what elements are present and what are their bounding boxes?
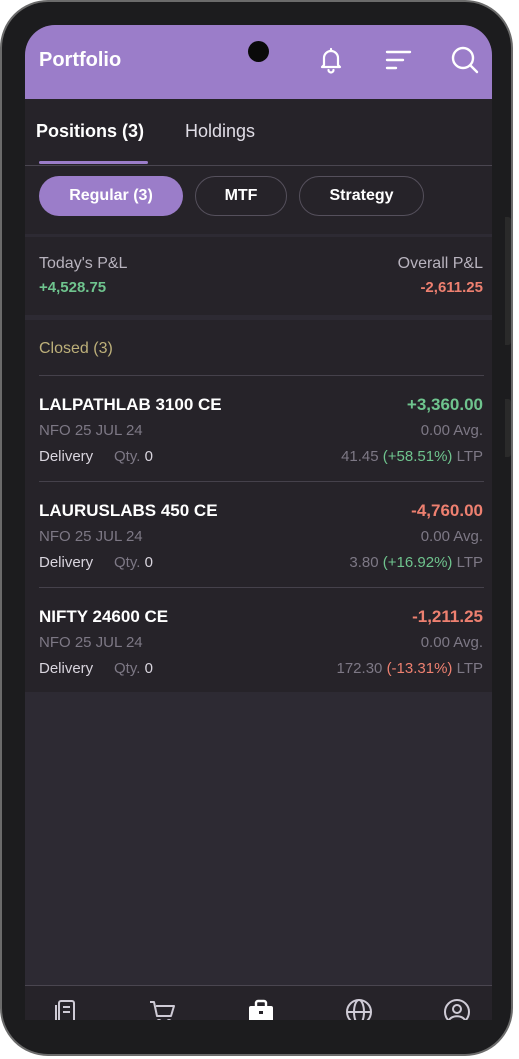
volume-button [505,217,511,345]
filter-chips: Regular (3) MTF Strategy [25,166,492,234]
ltp-change: (-13.31%) [386,660,453,677]
average-price: 0.00 Avg. [420,422,483,439]
position-pnl: -4,760.00 [411,501,483,520]
quantity-value: 0 [144,448,153,465]
exchange-expiry: NFO 25 JUL 24 [39,634,143,651]
quantity-label: Qty. [114,448,141,465]
ltp-value: 172.30 [336,660,383,677]
ltp-change: (+58.51%) [382,448,453,465]
instrument-name: LAURUSLABS 450 CE [39,501,218,520]
watchlist-icon[interactable] [52,998,80,1020]
globe-icon[interactable] [345,998,373,1020]
ltp-info: 41.45 (+58.51%) LTP [341,448,483,465]
quantity: Qty. 0 [114,660,153,677]
quantity: Qty. 0 [114,554,153,571]
product-type: Delivery [39,660,94,677]
position-pnl: -1,211.25 [412,607,483,626]
power-button [505,399,511,457]
orders-cart-icon[interactable] [148,998,176,1020]
position-tabs: Positions (3) Holdings [25,99,492,166]
filter-sort-icon[interactable] [384,45,414,75]
position-pnl: +3,360.00 [406,395,483,414]
overall-pnl-value: -2,611.25 [420,279,483,296]
ltp-suffix: LTP [456,554,483,571]
instrument-name: NIFTY 24600 CE [39,607,169,626]
ltp-suffix: LTP [456,660,483,677]
search-icon[interactable] [450,45,480,75]
quantity-value: 0 [144,660,153,677]
quantity-value: 0 [144,554,153,571]
ltp-info: 3.80 (+16.92%) LTP [349,554,483,571]
todays-pnl-label: Today's P&L [39,255,128,272]
overall-pnl-label: Overall P&L [397,255,483,272]
ltp-change: (+16.92%) [382,554,453,571]
filter-chip-regular[interactable]: Regular (3) [39,176,183,216]
tab-holdings[interactable]: Holdings [185,121,255,142]
closed-positions-section: Closed (3) LALPATHLAB 3100 CE +3,360.00 … [25,320,492,692]
page-title: Portfolio [39,49,122,71]
filter-chip-mtf[interactable]: MTF [195,176,287,216]
portfolio-briefcase-icon[interactable] [247,998,275,1020]
todays-pnl-value: +4,528.75 [39,279,107,296]
product-type: Delivery [39,554,94,571]
average-price: 0.00 Avg. [420,634,483,651]
bell-icon[interactable] [316,45,346,75]
ltp-info: 172.30 (-13.31%) LTP [337,660,484,677]
exchange-expiry: NFO 25 JUL 24 [39,528,143,545]
quantity: Qty. 0 [114,448,153,465]
position-row[interactable]: NIFTY 24600 CE -1,211.25 NFO 25 JUL 24 0… [25,588,492,694]
exchange-expiry: NFO 25 JUL 24 [39,422,143,439]
position-row[interactable]: LAURUSLABS 450 CE -4,760.00 NFO 25 JUL 2… [25,482,492,588]
ltp-value: 3.80 [349,554,379,571]
closed-heading[interactable]: Closed (3) [39,340,113,358]
instrument-name: LALPATHLAB 3100 CE [39,395,222,414]
position-row[interactable]: LALPATHLAB 3100 CE +3,360.00 NFO 25 JUL … [25,376,492,482]
average-price: 0.00 Avg. [420,528,483,545]
top-app-bar: Portfolio [25,25,492,99]
active-tab-indicator [39,161,148,164]
quantity-label: Qty. [114,554,141,571]
tab-positions[interactable]: Positions (3) [36,121,144,142]
front-camera [248,41,269,62]
pnl-summary: Today's P&L +4,528.75 Overall P&L -2,611… [25,237,492,315]
app-screen: Portfolio Positions (3) Holdings Regular… [25,25,492,1020]
product-type: Delivery [39,448,94,465]
ltp-value: 41.45 [341,448,379,465]
filter-chip-strategy[interactable]: Strategy [299,176,424,216]
quantity-label: Qty. [114,660,141,677]
profile-icon[interactable] [443,998,471,1020]
bottom-navigation [25,985,492,1020]
ltp-suffix: LTP [456,448,483,465]
phone-frame: Portfolio Positions (3) Holdings Regular… [0,0,513,1056]
